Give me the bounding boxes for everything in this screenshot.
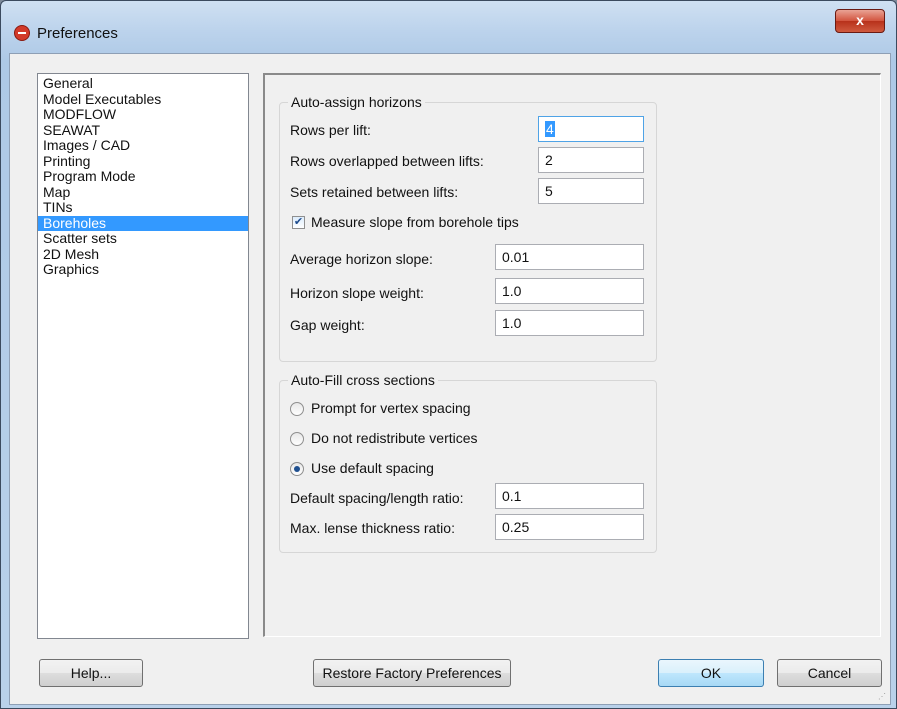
settings-panel: Auto-assign horizons Rows per lift: 4 Ro… (263, 73, 881, 637)
app-logo-icon (14, 25, 30, 41)
rows-per-lift-label: Rows per lift: (290, 122, 371, 138)
restore-factory-preferences-button[interactable]: Restore Factory Preferences (313, 659, 511, 687)
rows-overlapped-input[interactable]: 2 (538, 147, 644, 173)
sets-retained-label: Sets retained between lifts: (290, 184, 459, 200)
title-bar: Preferences x (1, 1, 896, 53)
sidebar-item-boreholes[interactable]: Boreholes (38, 215, 248, 231)
sidebar-item-tins[interactable]: TINs (38, 199, 248, 216)
sidebar-item-printing[interactable]: Printing (38, 153, 248, 170)
max-lense-thickness-input[interactable]: 0.25 (495, 514, 644, 540)
rows-overlapped-label: Rows overlapped between lifts: (290, 153, 484, 169)
prompt-vertex-spacing-radio[interactable] (290, 402, 304, 416)
sidebar-item-program-mode[interactable]: Program Mode (38, 168, 248, 185)
auto-assign-horizons-title: Auto-assign horizons (288, 94, 425, 110)
auto-fill-cross-sections-title: Auto-Fill cross sections (288, 372, 438, 388)
cancel-button[interactable]: Cancel (777, 659, 882, 687)
ok-button[interactable]: OK (658, 659, 764, 687)
sidebar-item-graphics[interactable]: Graphics (38, 261, 248, 278)
close-button[interactable]: x (835, 9, 885, 33)
dialog-body: General Model Executables MODFLOW SEAWAT… (9, 53, 891, 705)
sidebar-item-general[interactable]: General (38, 75, 248, 92)
sidebar-item-scatter-sets[interactable]: Scatter sets (38, 230, 248, 247)
measure-slope-label: Measure slope from borehole tips (311, 214, 519, 230)
rows-per-lift-input[interactable]: 4 (538, 116, 644, 142)
sidebar-item-map[interactable]: Map (38, 184, 248, 201)
do-not-redistribute-radio[interactable] (290, 432, 304, 446)
max-lense-thickness-label: Max. lense thickness ratio: (290, 520, 455, 536)
rows-per-lift-value: 4 (545, 121, 555, 137)
use-default-spacing-label: Use default spacing (311, 460, 434, 476)
average-horizon-slope-label: Average horizon slope: (290, 251, 433, 267)
help-button[interactable]: Help... (39, 659, 143, 687)
preferences-category-list: General Model Executables MODFLOW SEAWAT… (37, 73, 249, 639)
use-default-spacing-radio[interactable] (290, 462, 304, 476)
prompt-vertex-spacing-label: Prompt for vertex spacing (311, 400, 471, 416)
auto-fill-cross-sections-group: Auto-Fill cross sections Prompt for vert… (279, 372, 657, 553)
sidebar-item-images-cad[interactable]: Images / CAD (38, 137, 248, 154)
default-spacing-ratio-label: Default spacing/length ratio: (290, 490, 464, 506)
auto-assign-horizons-group: Auto-assign horizons Rows per lift: 4 Ro… (279, 94, 657, 362)
gap-weight-label: Gap weight: (290, 317, 365, 333)
horizon-slope-weight-label: Horizon slope weight: (290, 285, 424, 301)
measure-slope-checkbox[interactable]: ✔ (292, 216, 305, 229)
sidebar-item-seawat[interactable]: SEAWAT (38, 122, 248, 139)
preferences-window: Preferences x General Model Executables … (0, 0, 897, 709)
default-spacing-ratio-input[interactable]: 0.1 (495, 483, 644, 509)
resize-grip-icon[interactable]: ⋰ (878, 692, 888, 702)
sidebar-item-model-executables[interactable]: Model Executables (38, 91, 248, 108)
do-not-redistribute-label: Do not redistribute vertices (311, 430, 478, 446)
sets-retained-input[interactable]: 5 (538, 178, 644, 204)
window-title: Preferences (37, 25, 118, 42)
horizon-slope-weight-input[interactable]: 1.0 (495, 278, 644, 304)
average-horizon-slope-input[interactable]: 0.01 (495, 244, 644, 270)
sidebar-item-modflow[interactable]: MODFLOW (38, 106, 248, 123)
sidebar-item-2d-mesh[interactable]: 2D Mesh (38, 246, 248, 263)
gap-weight-input[interactable]: 1.0 (495, 310, 644, 336)
